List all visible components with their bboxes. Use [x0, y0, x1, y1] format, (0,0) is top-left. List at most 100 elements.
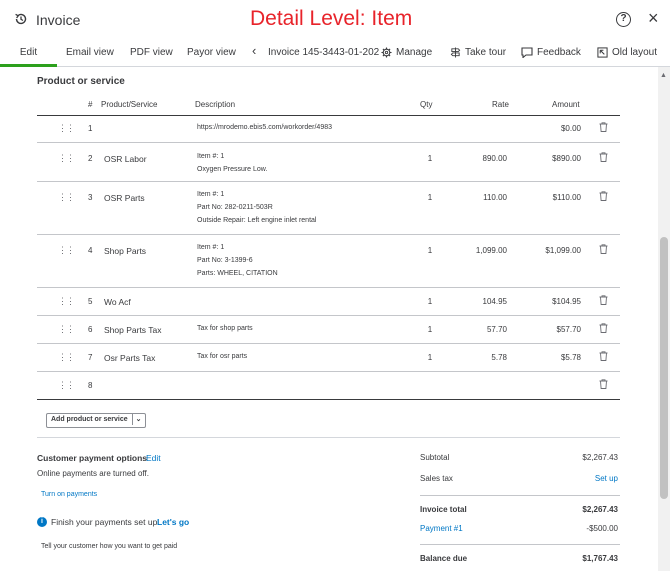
vertical-scrollbar[interactable]: ▲ [658, 67, 670, 571]
tab-payor-view[interactable]: Payor view [187, 47, 236, 58]
row-rate[interactable]: 1,099.00 [457, 246, 507, 255]
balance-due-value: $1,767.43 [582, 554, 618, 563]
row-rate[interactable]: 104.95 [457, 297, 507, 306]
row-number: 2 [88, 154, 93, 163]
manage-button[interactable]: Manage [381, 47, 432, 58]
add-product-button[interactable]: Add product or service ⌄ [46, 413, 146, 428]
add-product-label[interactable]: Add product or service [47, 414, 133, 425]
drag-handle-icon[interactable]: ⋮⋮ [58, 380, 75, 391]
feedback-button[interactable]: Feedback [521, 47, 581, 58]
finish-setup-text: Finish your payments set up. [51, 517, 160, 527]
desc-line: Tax for shop parts [197, 325, 253, 332]
row-qty[interactable]: 1 [425, 154, 435, 163]
lets-go-link[interactable]: Let's go [157, 517, 189, 527]
payment-value: -$500.00 [586, 524, 618, 533]
desc-line: Tax for osr parts [197, 353, 248, 360]
tab-pdf-view[interactable]: PDF view [130, 47, 173, 58]
payment-link[interactable]: Payment #1 [420, 524, 463, 533]
row-number: 5 [88, 297, 93, 306]
row-number: 8 [88, 381, 93, 390]
table-row[interactable]: ⋮⋮ 3 OSR Parts Item #: 1 Part No: 282-02… [37, 182, 620, 235]
row-rate[interactable]: 890.00 [457, 154, 507, 163]
row-description[interactable]: https://mrodemo.ebis5.com/workorder/4983 [197, 121, 332, 134]
drag-handle-icon[interactable]: ⋮⋮ [58, 296, 75, 307]
row-amount: $0.00 [560, 124, 581, 133]
row-product[interactable]: Shop Parts [104, 246, 146, 256]
table-row[interactable]: ⋮⋮ 7 Osr Parts Tax Tax for osr parts 1 5… [37, 344, 620, 372]
row-qty[interactable]: 1 [425, 325, 435, 334]
chat-bubble-icon [521, 47, 533, 58]
drag-handle-icon[interactable]: ⋮⋮ [58, 123, 75, 134]
take-tour-button[interactable]: Take tour [450, 47, 506, 58]
drag-handle-icon[interactable]: ⋮⋮ [58, 352, 75, 363]
tab-edit[interactable]: Edit [0, 40, 57, 67]
old-layout-button[interactable]: Old layout [597, 47, 657, 58]
chevron-down-icon[interactable]: ⌄ [133, 415, 145, 423]
back-chevron-icon[interactable]: ‹ [252, 43, 256, 58]
row-product[interactable]: Wo Acf [104, 297, 131, 307]
row-amount: $57.70 [556, 325, 581, 334]
trash-icon[interactable] [599, 295, 608, 305]
row-number: 4 [88, 246, 93, 255]
trash-icon[interactable] [599, 191, 608, 201]
turn-on-payments-link[interactable]: Turn on payments [41, 491, 97, 498]
table-row[interactable]: ⋮⋮ 2 OSR Labor Item #: 1 Oxygen Pressure… [37, 143, 620, 182]
drag-handle-icon[interactable]: ⋮⋮ [58, 245, 75, 256]
row-description[interactable]: Item #: 1 Oxygen Pressure Low. [197, 150, 267, 176]
row-product[interactable]: Osr Parts Tax [104, 353, 155, 363]
tab-email-view[interactable]: Email view [66, 47, 114, 58]
row-product[interactable]: OSR Labor [104, 154, 147, 164]
history-icon[interactable] [14, 12, 28, 26]
signpost-icon [450, 47, 461, 58]
trash-icon[interactable] [599, 323, 608, 333]
trash-icon[interactable] [599, 379, 608, 389]
drag-handle-icon[interactable]: ⋮⋮ [58, 324, 75, 335]
row-product[interactable]: OSR Parts [104, 193, 145, 203]
scrollbar-thumb[interactable] [660, 237, 668, 499]
payment-hint: Tell your customer how you want to get p… [41, 543, 178, 550]
trash-icon[interactable] [599, 351, 608, 361]
row-product[interactable]: Shop Parts Tax [104, 325, 162, 335]
row-rate[interactable]: 110.00 [457, 193, 507, 202]
row-rate[interactable]: 5.78 [457, 353, 507, 362]
col-rate: Rate [492, 100, 509, 109]
detail-level-caption: Detail Level: Item [250, 7, 413, 30]
row-amount: $110.00 [552, 193, 581, 202]
row-rate[interactable]: 57.70 [457, 325, 507, 334]
row-qty[interactable]: 1 [425, 353, 435, 362]
totals-divider [420, 495, 620, 496]
table-row[interactable]: ⋮⋮ 6 Shop Parts Tax Tax for shop parts 1… [37, 316, 620, 344]
sales-tax-setup-link[interactable]: Set up [520, 474, 618, 483]
invoice-number: Invoice 145-3443-01-202 [268, 47, 380, 58]
col-qty: Qty [420, 100, 433, 109]
row-description[interactable]: Tax for osr parts [197, 350, 247, 363]
row-description[interactable]: Item #: 1 Part No: 282-0211-503R Outside… [197, 188, 316, 227]
row-qty[interactable]: 1 [425, 246, 435, 255]
table-row[interactable]: ⋮⋮ 1 https://mrodemo.ebis5.com/workorder… [37, 116, 620, 143]
row-description[interactable]: Item #: 1 Part No: 3-1399-6 Parts: WHEEL… [197, 241, 278, 280]
table-row[interactable]: ⋮⋮ 5 Wo Acf 1 104.95 $104.95 [37, 288, 620, 316]
row-description[interactable]: Tax for shop parts [197, 322, 253, 335]
drag-handle-icon[interactable]: ⋮⋮ [58, 153, 75, 164]
row-amount: $5.78 [560, 353, 581, 362]
trash-icon[interactable] [599, 152, 608, 162]
balance-due-label: Balance due [420, 554, 468, 563]
col-amount: Amount [552, 100, 580, 109]
table-row[interactable]: ⋮⋮ 8 [37, 372, 620, 400]
row-qty[interactable]: 1 [425, 297, 435, 306]
manage-label: Manage [396, 47, 433, 59]
payment-options-title: Customer payment options [37, 453, 148, 463]
drag-handle-icon[interactable]: ⋮⋮ [58, 192, 75, 203]
invoice-content: Product or service # Product/Service Des… [0, 67, 658, 571]
row-amount: $1,099.00 [545, 246, 581, 255]
trash-icon[interactable] [599, 244, 608, 254]
row-qty[interactable]: 1 [425, 193, 435, 202]
help-icon[interactable]: ? [616, 12, 631, 27]
close-icon[interactable]: × [648, 9, 659, 27]
scroll-up-icon[interactable]: ▲ [660, 72, 667, 79]
payment-edit-link[interactable]: Edit [146, 453, 161, 463]
row-number: 3 [88, 193, 93, 202]
desc-line: https://mrodemo.ebis5.com/workorder/4983 [197, 124, 333, 131]
table-row[interactable]: ⋮⋮ 4 Shop Parts Item #: 1 Part No: 3-139… [37, 235, 620, 288]
trash-icon[interactable] [599, 122, 608, 132]
